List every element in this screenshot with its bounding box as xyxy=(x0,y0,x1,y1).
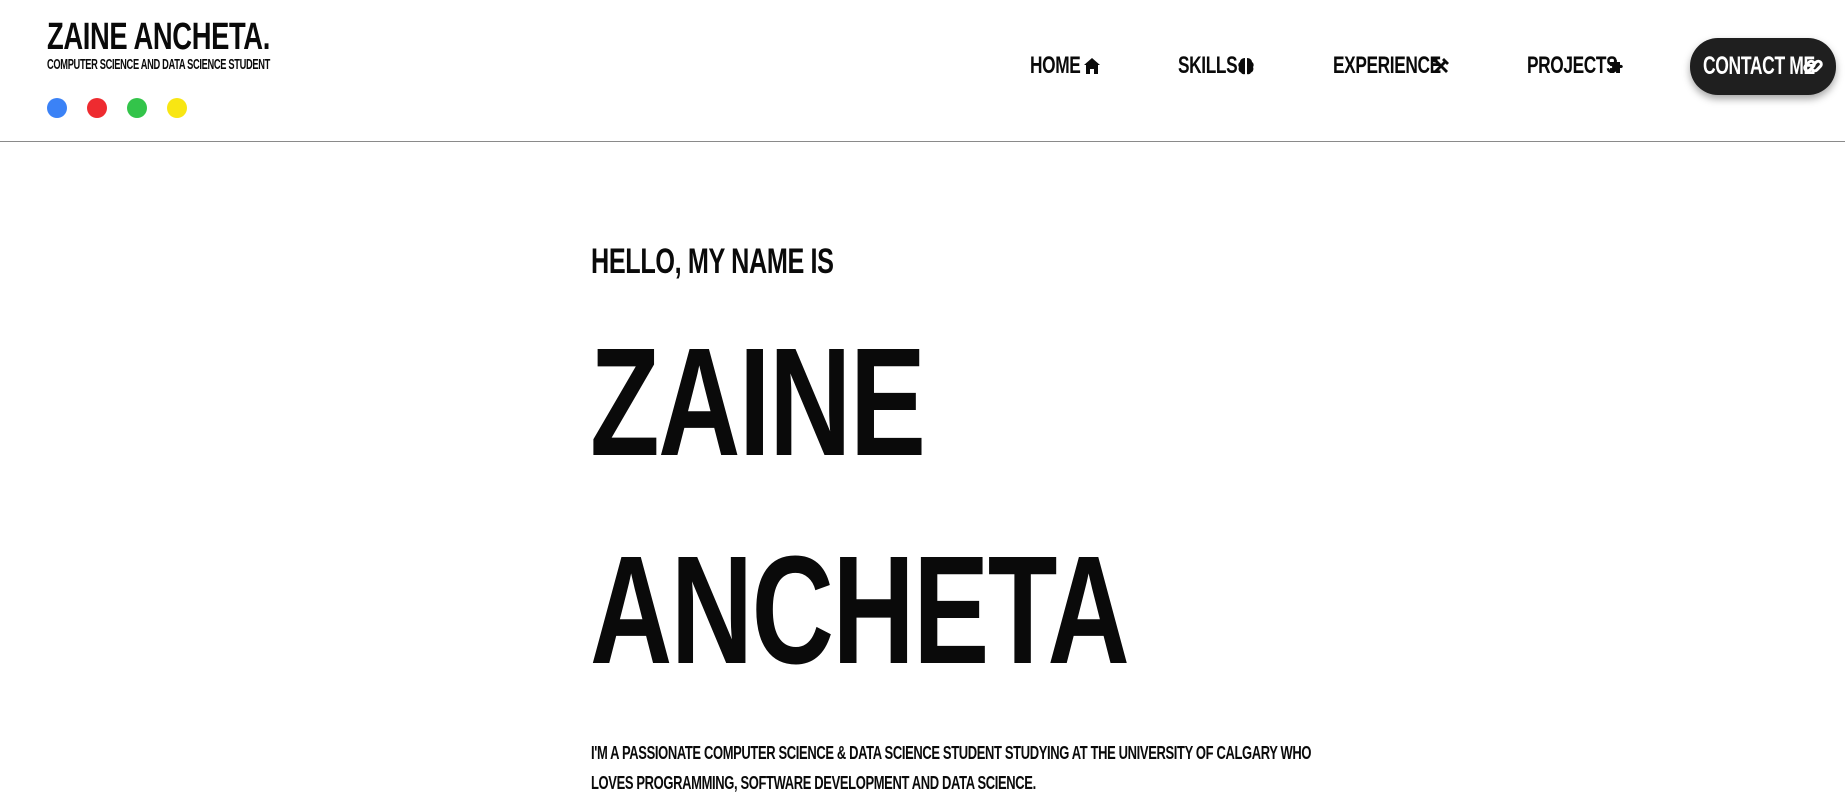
nav-home-label: HOME xyxy=(1030,52,1081,79)
theme-dots xyxy=(47,98,187,118)
red-dot[interactable] xyxy=(87,98,107,118)
nav-projects[interactable]: PROJECTS xyxy=(1527,44,1652,88)
brain-icon xyxy=(1236,56,1256,76)
hero-bio: I'M A PASSIONATE COMPUTER SCIENCE & DATA… xyxy=(591,742,1312,793)
brand: ZAINE ANCHETA. COMPUTER SCIENCE AND DATA… xyxy=(47,16,357,73)
blue-dot[interactable] xyxy=(47,98,67,118)
site-header: ZAINE ANCHETA. COMPUTER SCIENCE AND DATA… xyxy=(0,0,1845,142)
site-title[interactable]: ZAINE ANCHETA. xyxy=(47,16,270,58)
home-icon xyxy=(1082,56,1102,76)
site-subtitle: COMPUTER SCIENCE AND DATA SCIENCE STUDEN… xyxy=(47,57,271,73)
hero-section: HELLO, MY NAME IS ZAINE ANCHETA I'M A PA… xyxy=(590,142,1390,793)
nav-experience[interactable]: EXPERIENCE xyxy=(1333,44,1483,88)
yellow-dot[interactable] xyxy=(167,98,187,118)
green-dot[interactable] xyxy=(127,98,147,118)
nav-projects-label: PROJECTS xyxy=(1527,52,1618,79)
tools-icon xyxy=(1431,56,1451,76)
link-icon xyxy=(1802,55,1824,77)
nav-skills-label: SKILLS xyxy=(1178,52,1238,79)
nav-home[interactable]: HOME xyxy=(1030,44,1100,88)
hero-greeting: HELLO, MY NAME IS xyxy=(591,242,834,281)
puzzle-icon xyxy=(1607,56,1627,76)
hero-last-name: ANCHETA xyxy=(590,524,1130,696)
hero-first-name: ZAINE xyxy=(590,316,926,488)
nav-skills[interactable]: SKILLS xyxy=(1178,44,1260,88)
contact-me-button[interactable]: CONTACT ME xyxy=(1690,38,1836,95)
contact-me-label: CONTACT ME xyxy=(1703,52,1815,80)
nav-experience-label: EXPERIENCE xyxy=(1333,52,1441,79)
